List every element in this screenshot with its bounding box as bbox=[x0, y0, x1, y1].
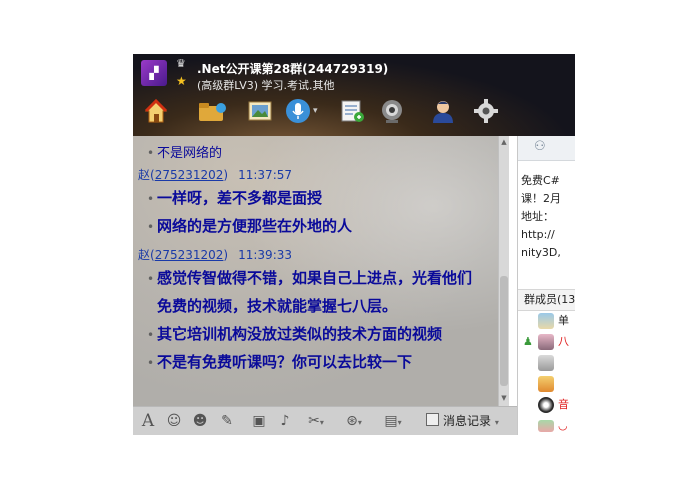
chevron-down-icon: ▾ bbox=[494, 418, 499, 427]
member-item[interactable] bbox=[538, 375, 575, 393]
message-time: 11:37:57 bbox=[238, 168, 293, 182]
mic-icon[interactable] bbox=[285, 98, 311, 124]
sender-name[interactable]: 赵 bbox=[138, 168, 150, 182]
notice-line: 免费C# bbox=[521, 174, 560, 187]
image-icon[interactable]: ▣ bbox=[250, 413, 268, 429]
scroll-up-arrow-icon[interactable]: ▲ bbox=[500, 138, 508, 146]
sender-id-link[interactable]: 275231202 bbox=[155, 248, 224, 262]
group-logo-icon[interactable]: ▞ bbox=[141, 60, 167, 86]
home-icon[interactable] bbox=[143, 98, 169, 124]
member-name: 音 bbox=[558, 398, 569, 411]
input-toolbar: A ☺ ☻ ✎ ▣ ♪ ✂▾ ⊛▾ ▤▾ 消息记录 ▾ bbox=[133, 406, 517, 435]
picture-icon[interactable] bbox=[247, 98, 273, 124]
avatar bbox=[538, 420, 554, 432]
chat-message: • 感觉传智做得不错，如果自己上进点，光看他们 bbox=[147, 269, 473, 287]
chat-message: • 网络的是方便那些在外地的人 bbox=[147, 217, 353, 235]
folder-share-icon[interactable] bbox=[197, 98, 226, 124]
red-packet-icon[interactable]: ⊛▾ bbox=[341, 413, 367, 429]
member-icon[interactable] bbox=[430, 98, 456, 124]
screenshot-scissors-icon[interactable]: ✂▾ bbox=[303, 413, 329, 429]
magic-face-icon[interactable]: ☻ bbox=[191, 413, 209, 429]
emoji-icon[interactable]: ☺ bbox=[165, 413, 183, 429]
member-name: 单 bbox=[558, 314, 569, 327]
camera-icon[interactable] bbox=[379, 98, 405, 124]
group-title: .Net公开课第28群(244729319) bbox=[197, 62, 389, 76]
chat-message: • 一样呀，差不多都是面授 bbox=[147, 189, 323, 207]
group-subtitle: (高级群LV3) 学习.考试.其他 bbox=[197, 79, 335, 92]
crown-icon: ♛ bbox=[176, 57, 186, 70]
avatar bbox=[538, 313, 554, 329]
notice-link[interactable]: http:// bbox=[521, 226, 575, 244]
qq-penguin-icon bbox=[538, 397, 554, 413]
vote-icon[interactable]: ▤▾ bbox=[380, 413, 406, 429]
message-sender-line: 赵(275231202) 11:37:57 bbox=[138, 168, 293, 182]
notice-line: 地址： bbox=[521, 210, 554, 223]
notice-line: 课！2月 bbox=[521, 192, 561, 205]
sender-name[interactable]: 赵 bbox=[138, 248, 150, 262]
star-icon: ★ bbox=[176, 74, 187, 88]
chat-scrollbar[interactable]: ▲ ▼ bbox=[498, 136, 509, 406]
scroll-down-arrow-icon[interactable]: ▼ bbox=[500, 394, 508, 402]
member-item[interactable]: ◡ bbox=[538, 417, 575, 435]
chat-message: • 其它培训机构没放过类似的技术方面的视频 bbox=[147, 325, 443, 343]
member-name: 八 bbox=[558, 335, 569, 348]
history-icon bbox=[426, 413, 439, 426]
avatar bbox=[538, 334, 554, 350]
avatar bbox=[538, 376, 554, 392]
sender-id-link[interactable]: 275231202 bbox=[155, 168, 224, 182]
group-notice: 免费C# 课！2月 地址： http:// nity3D, bbox=[521, 172, 575, 262]
gear-icon[interactable] bbox=[473, 98, 499, 124]
edit-icon[interactable]: ✎ bbox=[218, 413, 236, 429]
music-icon[interactable]: ♪ bbox=[276, 413, 294, 429]
history-label: 消息记录 bbox=[443, 414, 492, 428]
chat-message-continuation: •免费的视频，技术就能掌握七八层。 bbox=[157, 297, 398, 315]
font-icon[interactable]: A bbox=[139, 413, 157, 430]
chat-message: • 不是网络的 bbox=[147, 146, 223, 161]
members-header: 群成员(13 bbox=[518, 289, 575, 311]
chat-message: • 不是有免费听课吗？你可以去比较一下 bbox=[147, 353, 413, 371]
right-panel: ⚇ 免费C# 课！2月 地址： http:// nity3D, 群成员(13 单… bbox=[517, 136, 575, 435]
scroll-thumb[interactable] bbox=[500, 276, 508, 386]
notice-line: nity3D, bbox=[521, 246, 561, 259]
message-history-button[interactable]: 消息记录 ▾ bbox=[426, 412, 499, 430]
message-sender-line: 赵(275231202) 11:39:33 bbox=[138, 248, 293, 262]
people-icon: ⚇ bbox=[534, 139, 546, 154]
chat-message-area[interactable]: • 不是网络的 赵(275231202) 11:37:57 • 一样呀，差不多都是面授… bbox=[133, 136, 504, 406]
tab-members[interactable]: ⚇ bbox=[518, 136, 575, 161]
member-item[interactable] bbox=[538, 354, 575, 372]
admin-icon: ♟ bbox=[523, 335, 533, 348]
avatar bbox=[538, 355, 554, 371]
note-icon[interactable] bbox=[339, 98, 365, 124]
member-item[interactable]: 八 bbox=[538, 333, 575, 351]
window-header: ▞ ♛ ★ .Net公开课第28群(244729319) (高级群LV3) 学习… bbox=[133, 54, 575, 136]
member-item[interactable]: 音 bbox=[538, 396, 575, 414]
dropdown-caret-icon[interactable]: ▾ bbox=[313, 102, 323, 120]
chat-window: ▞ ♛ ★ .Net公开课第28群(244729319) (高级群LV3) 学习… bbox=[133, 54, 575, 435]
member-name: ◡ bbox=[558, 419, 568, 432]
member-item[interactable]: 单 bbox=[538, 312, 575, 330]
message-time: 11:39:33 bbox=[238, 248, 293, 262]
